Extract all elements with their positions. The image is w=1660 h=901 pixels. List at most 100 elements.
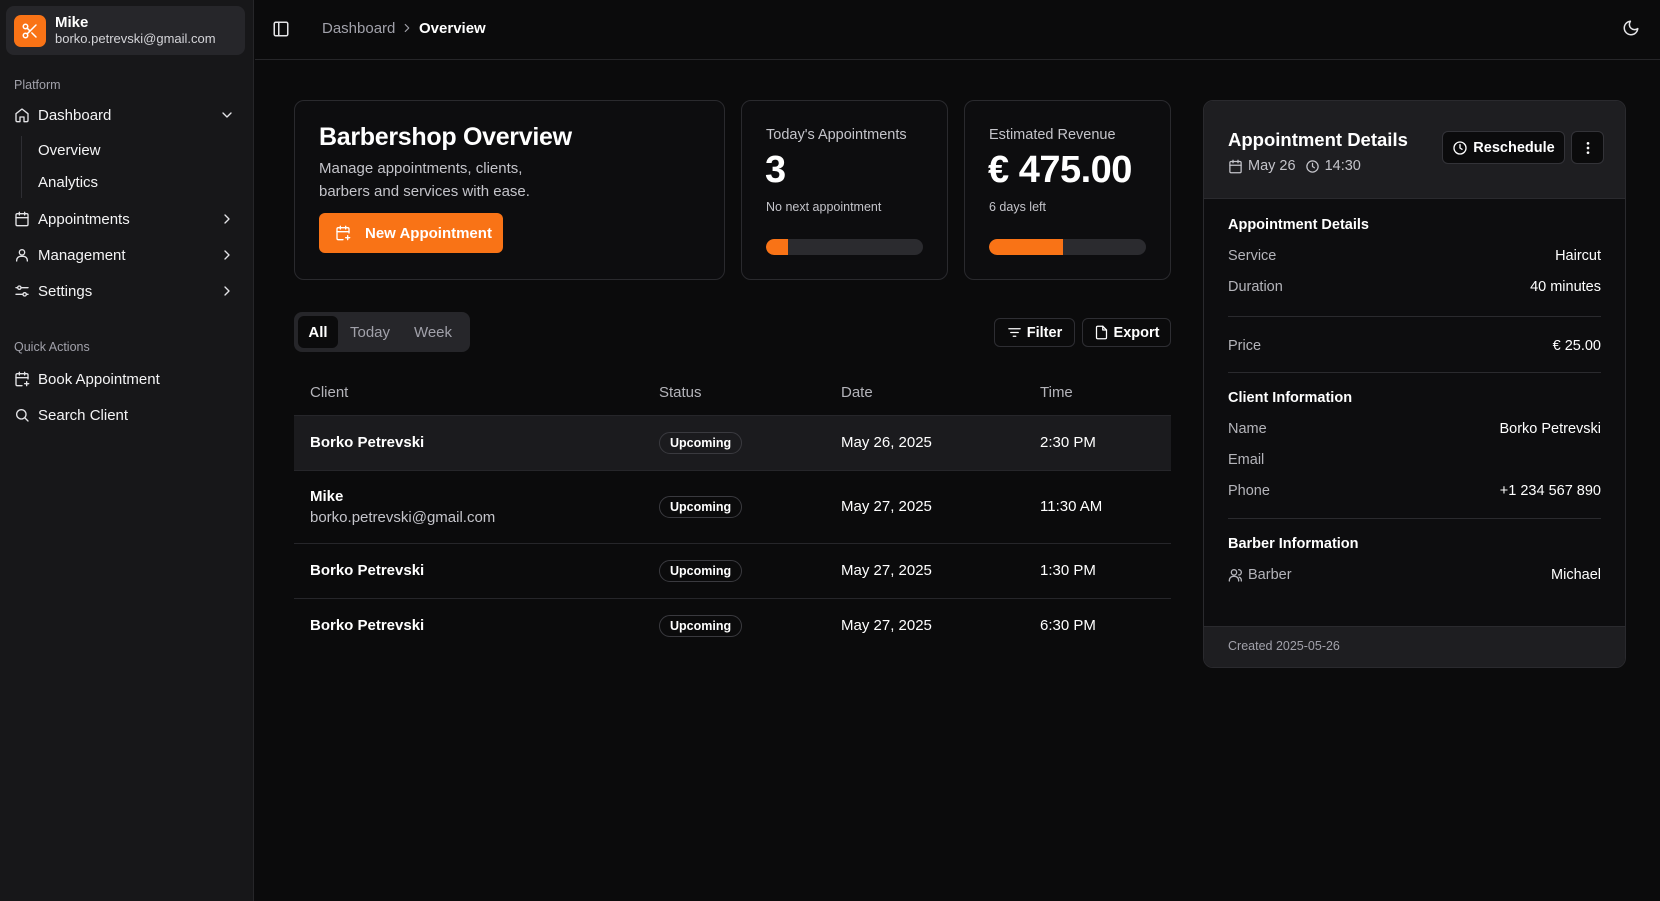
client-name: Borko Petrevski <box>310 434 425 451</box>
users-icon <box>1228 567 1244 583</box>
stat-subtext: 6 days left <box>989 200 1046 214</box>
export-button[interactable]: Export <box>1082 318 1171 347</box>
detail-time: 14:30 <box>1324 158 1361 174</box>
client-email: borko.petrevski@gmail.com <box>310 509 496 526</box>
status-badge: Upcoming <box>659 496 743 518</box>
detail-date: May 26 <box>1248 158 1296 174</box>
created-date: Created 2025-05-26 <box>1228 639 1340 653</box>
calendar-plus-icon <box>14 371 30 387</box>
chevron-right-icon <box>400 21 414 35</box>
barber-label-row: Barber <box>1228 567 1292 583</box>
home-icon <box>14 107 30 123</box>
status-badge: Upcoming <box>659 615 743 637</box>
sidebar-item-label: Search Client <box>38 406 129 424</box>
sidebar: Mike borko.petrevski@gmail.com Platform … <box>0 0 254 901</box>
duration-label: Duration <box>1228 279 1283 295</box>
sidebar-subitem-overview[interactable]: Overview <box>38 142 101 159</box>
tab-week[interactable]: Week <box>402 316 464 348</box>
group-label-quick-actions: Quick Actions <box>14 340 90 354</box>
table-header: Client Status Date Time <box>294 372 1171 416</box>
progress-bar <box>766 239 923 255</box>
filter-icon <box>1007 325 1022 340</box>
appointments-table: Client Status Date Time Borko Petrevski … <box>294 372 1171 654</box>
table-row[interactable]: Borko Petrevski Upcoming May 27, 2025 1:… <box>294 544 1171 599</box>
barber-value: Michael <box>1551 567 1601 583</box>
progress-bar <box>989 239 1146 255</box>
stat-label: Estimated Revenue <box>989 127 1116 143</box>
divider <box>1228 316 1601 317</box>
chevron-down-icon <box>219 107 235 123</box>
new-appointment-label: New Appointment <box>365 224 492 242</box>
page-title: Barbershop Overview <box>319 123 572 151</box>
new-appointment-button[interactable]: New Appointment <box>319 213 503 253</box>
duration-value: 40 minutes <box>1530 279 1601 295</box>
divider <box>1228 372 1601 373</box>
appointment-time: 2:30 PM <box>1040 434 1096 451</box>
sidebar-item-search-client[interactable]: Search Client <box>6 399 245 431</box>
stat-card-appointments: Today's Appointments 3 No next appointme… <box>741 100 948 280</box>
sidebar-item-dashboard[interactable]: Dashboard <box>6 99 245 131</box>
tab-all[interactable]: All <box>298 316 338 348</box>
tab-today[interactable]: Today <box>338 316 402 348</box>
stat-label: Today's Appointments <box>766 127 907 143</box>
moon-icon[interactable] <box>1622 19 1640 37</box>
appointment-date: May 27, 2025 <box>841 617 932 634</box>
chevron-right-icon <box>219 211 235 227</box>
column-header-client: Client <box>310 384 349 401</box>
name-label: Name <box>1228 421 1267 437</box>
sidebar-item-label: Appointments <box>38 210 130 228</box>
calendar-icon <box>1228 159 1243 174</box>
status-badge: Upcoming <box>659 560 743 582</box>
email-label: Email <box>1228 452 1265 468</box>
sidebar-subitem-analytics[interactable]: Analytics <box>38 174 98 191</box>
export-label: Export <box>1113 324 1160 341</box>
sidebar-item-settings[interactable]: Settings <box>6 275 245 307</box>
top-header: Dashboard Overview <box>255 0 1660 60</box>
chevron-right-icon <box>219 247 235 263</box>
sidebar-toggle-icon[interactable] <box>272 20 290 38</box>
name-value: Borko Petrevski <box>1499 421 1601 437</box>
reschedule-label: Reschedule <box>1473 139 1555 156</box>
section-client-information: Client Information <box>1228 390 1353 406</box>
clock-icon <box>1305 159 1320 174</box>
breadcrumb-dashboard[interactable]: Dashboard <box>322 20 395 37</box>
table-row[interactable]: Borko Petrevski Upcoming May 27, 2025 6:… <box>294 599 1171 654</box>
reschedule-button[interactable]: Reschedule <box>1442 131 1565 164</box>
calendar-plus-icon <box>335 225 351 241</box>
phone-label: Phone <box>1228 483 1270 499</box>
overview-description: Manage appointments, clients, barbers an… <box>319 160 530 200</box>
section-barber-information: Barber Information <box>1228 536 1359 552</box>
appointment-date: May 26, 2025 <box>841 434 932 451</box>
stat-card-revenue: Estimated Revenue € 475.00 6 days left <box>964 100 1171 280</box>
sidebar-item-appointments[interactable]: Appointments <box>6 203 245 235</box>
progress-fill <box>766 239 788 255</box>
user-switcher[interactable]: Mike borko.petrevski@gmail.com <box>6 6 245 55</box>
sliders-icon <box>14 283 30 299</box>
column-header-status: Status <box>659 384 702 401</box>
divider <box>1228 518 1601 519</box>
filter-tabs: All Today Week <box>294 312 470 352</box>
filter-label: Filter <box>1026 324 1063 341</box>
sidebar-item-book-appointment[interactable]: Book Appointment <box>6 363 245 395</box>
more-vertical-icon <box>1580 140 1596 156</box>
filter-button[interactable]: Filter <box>994 318 1075 347</box>
appointment-date: May 27, 2025 <box>841 498 932 515</box>
service-value: Haircut <box>1555 248 1601 264</box>
detail-footer: Created 2025-05-26 <box>1204 626 1625 667</box>
sidebar-item-management[interactable]: Management <box>6 239 245 271</box>
phone-value: +1 234 567 890 <box>1499 483 1601 499</box>
status-badge: Upcoming <box>659 432 743 454</box>
service-label: Service <box>1228 248 1277 264</box>
scissors-icon <box>14 14 46 47</box>
appointment-time: 1:30 PM <box>1040 562 1096 579</box>
table-row[interactable]: Borko Petrevski Upcoming May 26, 2025 2:… <box>294 416 1171 471</box>
appointment-time: 11:30 AM <box>1040 498 1103 515</box>
appointment-date: May 27, 2025 <box>841 562 932 579</box>
sidebar-item-label: Book Appointment <box>38 370 160 388</box>
submenu-divider <box>21 136 22 198</box>
table-row[interactable]: Mike borko.petrevski@gmail.com Upcoming … <box>294 471 1171 544</box>
section-appointment-details: Appointment Details <box>1228 217 1369 233</box>
more-options-button[interactable] <box>1571 131 1604 164</box>
user-icon <box>14 247 30 263</box>
price-label: Price <box>1228 338 1262 354</box>
